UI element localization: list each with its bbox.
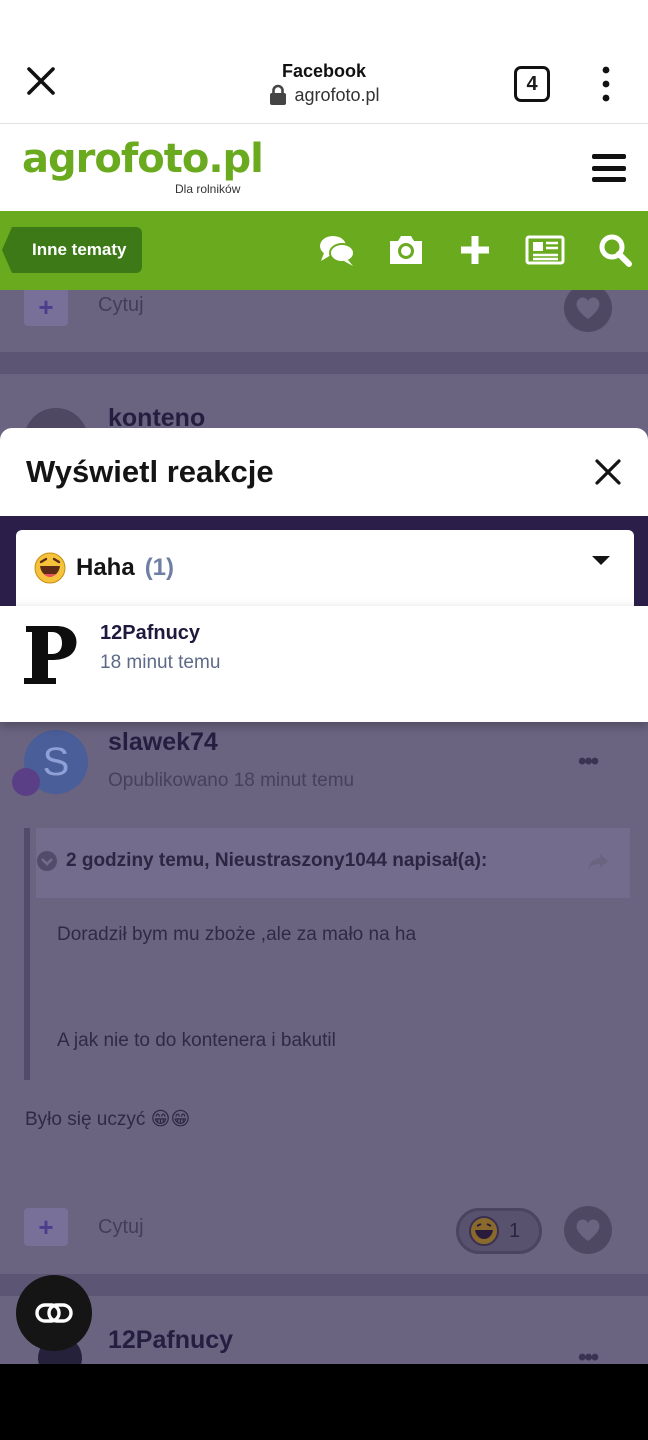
section-divider <box>0 1274 648 1296</box>
quote-button[interactable]: Cytuj <box>98 294 144 317</box>
tab-switcher-button[interactable]: 4 <box>514 66 550 102</box>
search-icon[interactable] <box>596 231 634 269</box>
haha-emoji-icon <box>34 552 66 584</box>
quote-header: 2 godziny temu, Nieustraszony1044 napisa… <box>36 828 630 898</box>
haha-emoji-icon <box>469 1216 499 1246</box>
site-header: agrofoto.pl Dla rolników <box>0 124 648 211</box>
post-timestamp: Opublikowano 18 minut temu <box>108 770 355 791</box>
browser-site-title: Facebook <box>281 61 367 81</box>
site-tagline: Dla rolników <box>175 182 241 196</box>
reactors-list: 12Pafnucy 18 minut temu <box>0 606 648 722</box>
reactions-dialog-header: Wyświetl reakcje <box>0 428 648 516</box>
avatar[interactable] <box>20 620 80 690</box>
multiquote-button[interactable]: + <box>24 1208 68 1246</box>
reaction-summary[interactable]: 1 <box>456 1208 542 1254</box>
dropdown-caret-icon[interactable] <box>592 556 610 565</box>
reaction-count: (1) <box>144 554 175 581</box>
floating-link-button[interactable] <box>16 1275 92 1351</box>
quote-text: Doradził bym mu zboże ,ale za mało na ha <box>57 924 417 945</box>
plus-icon[interactable] <box>456 231 494 269</box>
browser-url: agrofoto.pl <box>268 82 380 108</box>
other-topics-button[interactable]: Inne tematy <box>1 227 143 273</box>
react-button[interactable] <box>564 290 612 332</box>
react-button[interactable] <box>564 1206 612 1254</box>
link-icon <box>35 1303 73 1323</box>
multiquote-button[interactable]: + <box>24 290 68 326</box>
chat-icon[interactable] <box>318 231 356 269</box>
browser-toolbar: Facebook agrofoto.pl 4 <box>0 0 648 124</box>
browser-url-text: agrofoto.pl <box>294 85 380 105</box>
chevron-down-icon[interactable] <box>36 850 58 872</box>
site-logo[interactable]: agrofoto.pl <box>22 136 264 182</box>
more-vert-icon[interactable] <box>596 64 616 104</box>
lock-icon <box>270 84 287 105</box>
username[interactable]: 12Pafnucy <box>108 1326 233 1355</box>
site-nav-toolbar: Inne tematy <box>0 211 648 290</box>
post-author[interactable]: slawek74 <box>108 728 218 757</box>
rank-badge-icon <box>12 768 40 796</box>
quote-author: 2 godziny temu, Nieustraszony1044 napisa… <box>66 850 488 871</box>
reaction-type-select[interactable]: Haha (1) <box>16 530 634 606</box>
post-more-button[interactable]: ••• <box>578 1344 599 1364</box>
reactor-name[interactable]: 12Pafnucy <box>100 622 200 645</box>
quote-block: 2 godziny temu, Nieustraszony1044 napisa… <box>24 828 630 1080</box>
heart-icon <box>576 1219 600 1241</box>
heart-icon <box>576 297 600 319</box>
reaction-label: Haha <box>76 554 135 581</box>
camera-icon[interactable] <box>387 231 425 269</box>
share-arrow-icon[interactable] <box>586 852 610 872</box>
dialog-title: Wyświetl reakcje <box>26 454 274 489</box>
selected-reaction: Haha (1) <box>34 552 174 584</box>
reactor-time: 18 minut temu <box>100 652 221 673</box>
news-icon[interactable] <box>524 231 566 269</box>
reaction-count: 1 <box>509 1219 521 1242</box>
quote-text: A jak nie to do kontenera i bakutil <box>57 1030 336 1051</box>
hamburger-menu-icon[interactable] <box>592 154 626 182</box>
post-more-button[interactable]: ••• <box>578 748 599 776</box>
post-body: Było się uczyć 😁😁 <box>25 1109 191 1130</box>
system-nav-bar <box>0 1364 648 1440</box>
close-icon[interactable] <box>590 454 626 490</box>
section-divider <box>0 352 648 374</box>
browser-title-area[interactable]: Facebook agrofoto.pl <box>0 60 648 111</box>
quote-button[interactable]: Cytuj <box>98 1216 144 1239</box>
